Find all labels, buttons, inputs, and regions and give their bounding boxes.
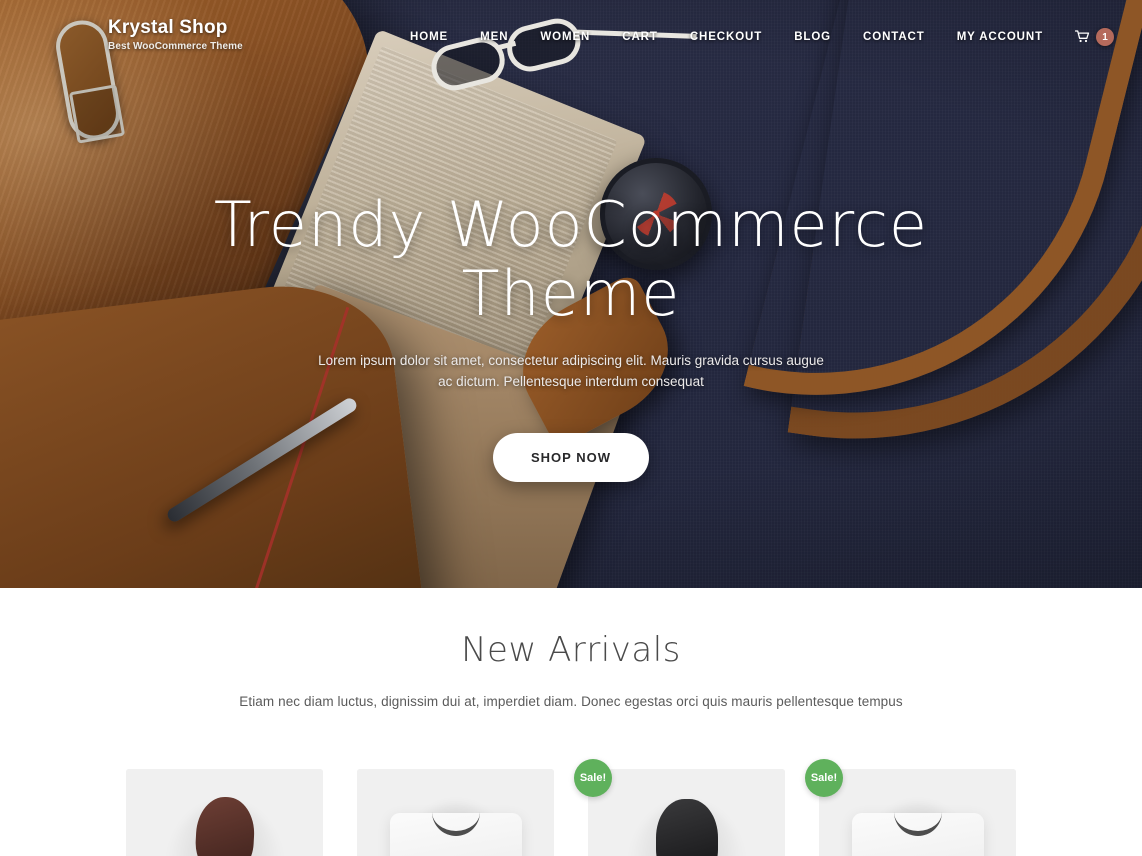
hero-section: Krystal Shop Best WooCommerce Theme HOME…	[0, 0, 1142, 588]
brand-tagline: Best WooCommerce Theme	[108, 41, 243, 52]
nav-item-women[interactable]: WOMEN	[524, 31, 606, 43]
cart-count-badge: 1	[1096, 28, 1114, 46]
product-image	[588, 769, 785, 856]
sweatshirt-shape: WOOTHEMES	[389, 813, 522, 856]
new-arrivals-section: New Arrivals Etiam nec diam luctus, dign…	[0, 588, 1142, 856]
product-image	[126, 769, 323, 856]
nav-item-blog[interactable]: BLOG	[778, 31, 847, 43]
product-card[interactable]: WOOTHEMES	[357, 769, 554, 856]
product-grid: WOOTHEMES Sale! Sale!	[0, 759, 1142, 856]
nav-item-checkout[interactable]: CHECKOUT	[674, 31, 778, 43]
brand-title: Krystal Shop	[108, 17, 228, 38]
nav-item-home[interactable]: HOME	[394, 31, 464, 43]
shopping-cart-icon	[1074, 29, 1090, 45]
product-card[interactable]	[126, 769, 323, 856]
shop-now-button[interactable]: SHOP NOW	[493, 432, 649, 482]
sweatshirt-shape: WOOTHEMES	[851, 813, 984, 856]
hero-title: Trendy WooCommerce Theme	[213, 188, 929, 331]
hero-content: Trendy WooCommerce Theme Lorem ipsum dol…	[0, 190, 1142, 482]
product-card[interactable]: Sale! WOOTHEMES	[805, 759, 1016, 856]
nav-item-cart[interactable]: CART	[606, 31, 674, 43]
hoodie-hood-shape	[655, 799, 718, 856]
product-image: WOOTHEMES	[357, 769, 554, 856]
sale-badge: Sale!	[574, 759, 612, 797]
brand-logo[interactable]: Krystal Shop Best WooCommerce Theme	[108, 18, 243, 52]
nav-item-men[interactable]: MEN	[464, 31, 524, 43]
product-card[interactable]: Sale!	[574, 759, 785, 856]
hoodie-hood-shape	[193, 795, 256, 856]
site-header: Krystal Shop Best WooCommerce Theme HOME…	[0, 0, 1142, 68]
main-navigation: HOME MEN WOMEN CART CHECKOUT BLOG CONTAC…	[394, 18, 1114, 46]
section-title-new-arrivals: New Arrivals	[461, 630, 681, 670]
product-image: WOOTHEMES	[819, 769, 1016, 856]
section-subtitle-new-arrivals: Etiam nec diam luctus, dignissim dui at,…	[239, 694, 903, 709]
nav-item-my-account[interactable]: MY ACCOUNT	[941, 31, 1059, 43]
sale-badge: Sale!	[805, 759, 843, 797]
hero-subtitle: Lorem ipsum dolor sit amet, consectetur …	[318, 352, 824, 389]
cart-button[interactable]: 1	[1059, 28, 1114, 46]
nav-item-contact[interactable]: CONTACT	[847, 31, 941, 43]
